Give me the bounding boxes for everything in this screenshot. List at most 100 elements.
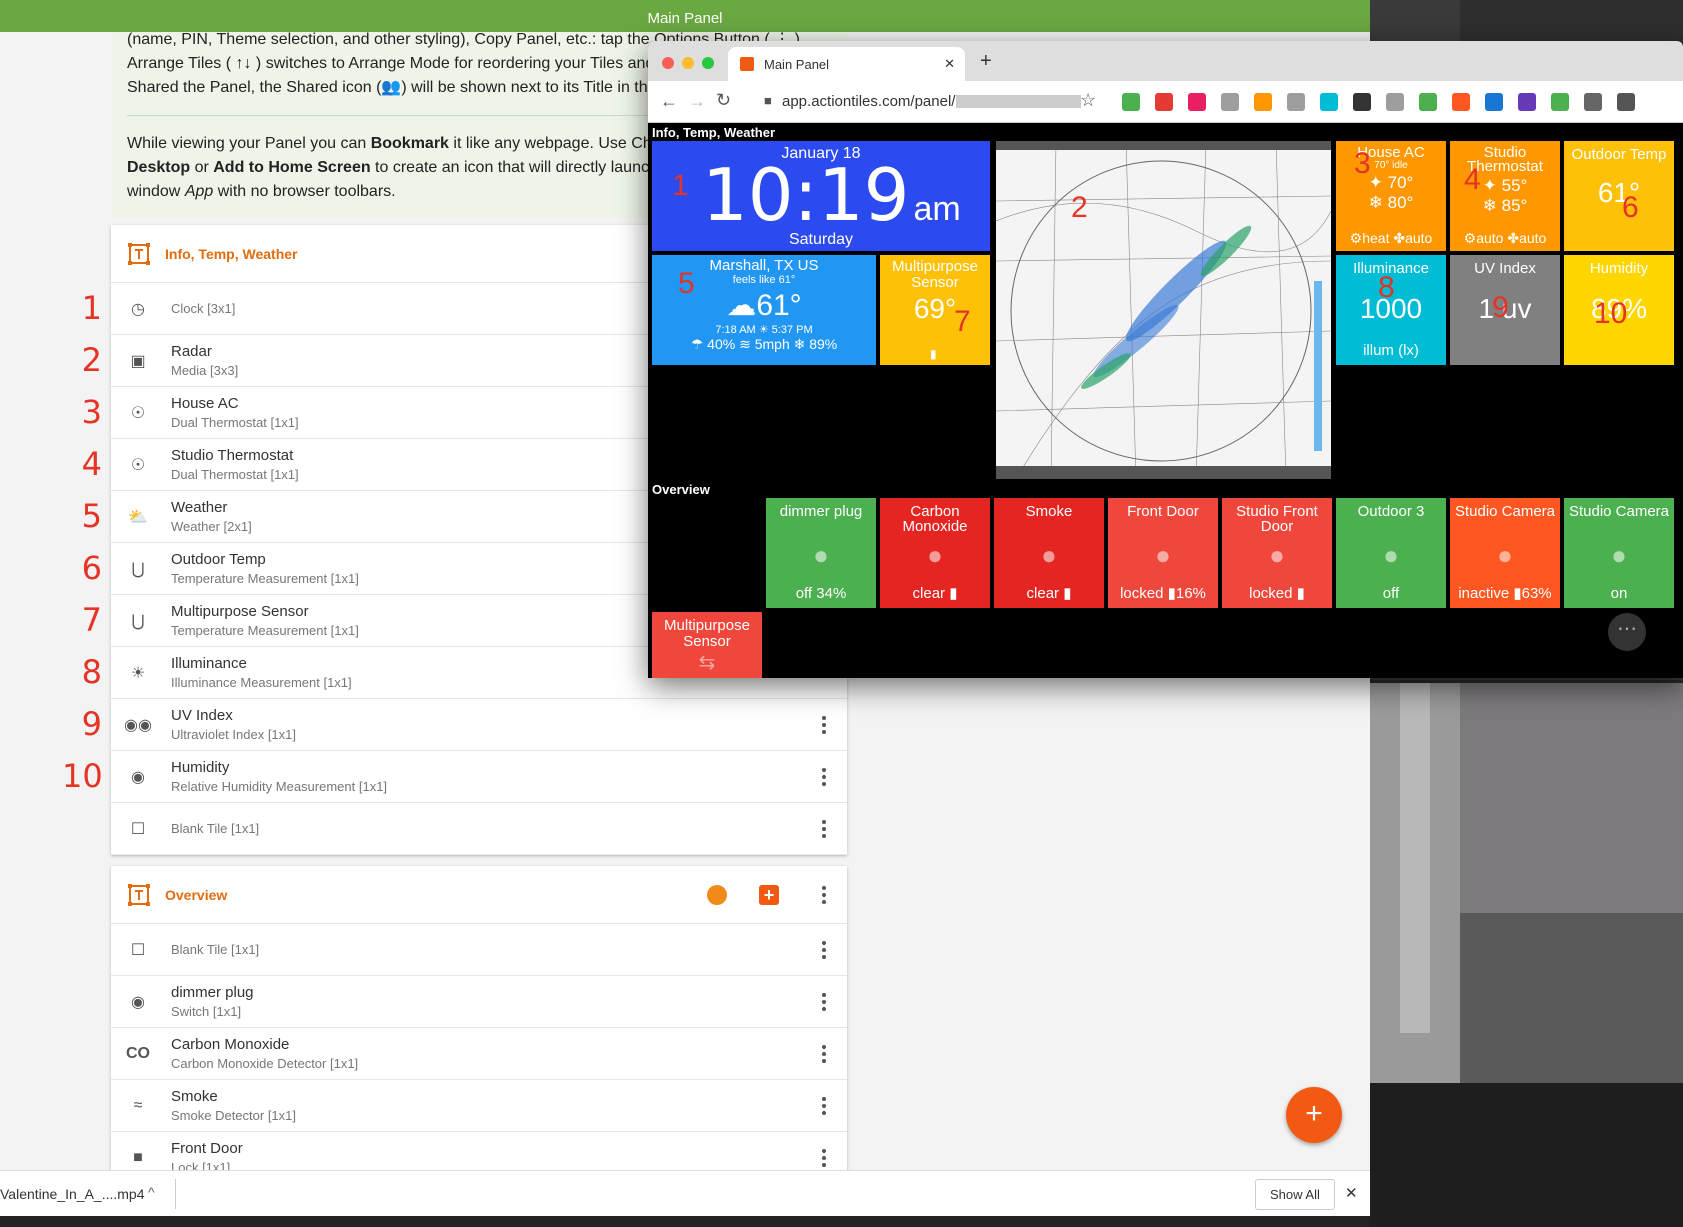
overview-tile[interactable]: Studio Camera ● inactive ▮63%	[1450, 498, 1560, 608]
overview-tile[interactable]: Front Door ● locked ▮16%	[1108, 498, 1218, 608]
weather-sun-times: 7:18 AM ☀ 5:37 PM	[715, 324, 813, 336]
browser-extension-icon[interactable]	[1122, 93, 1140, 111]
panel-menu-button[interactable]: ⋯	[1608, 613, 1646, 651]
multipurpose-sensor-tile[interactable]: Multipurpose Sensor ⇆	[652, 612, 762, 678]
tile-type: Clock [3x1]	[171, 301, 236, 316]
overview-tile-title: Studio Camera	[1568, 503, 1670, 520]
add-fab-button[interactable]: +	[1286, 1087, 1342, 1143]
browser-extension-icon[interactable]	[1584, 93, 1602, 111]
row-options-icon[interactable]	[821, 715, 827, 734]
radar-tile[interactable]: 2	[996, 141, 1331, 479]
browser-extension-icon[interactable]	[1452, 93, 1470, 111]
back-arrow-icon[interactable]: ←	[660, 91, 678, 112]
overview-tile[interactable]: dimmer plug ● off 34%	[766, 498, 876, 608]
browser-extension-icon[interactable]	[1518, 93, 1536, 111]
tile-name: Illuminance	[171, 655, 247, 672]
add-tile-icon[interactable]: +	[759, 885, 779, 905]
overview-tile[interactable]: Smoke ● clear ▮	[994, 498, 1104, 608]
url-text[interactable]: app.actiontiles.com/panel/	[782, 93, 955, 110]
browser-extension-icon[interactable]	[1386, 93, 1404, 111]
minimize-window-button[interactable]	[682, 57, 694, 69]
tile-list-row[interactable]: ◉ dimmer plug Switch [1x1]	[111, 976, 847, 1028]
house-ac-tile[interactable]: House AC 70° idle ✦ 70° ❄ 80° ⚙heat ✤aut…	[1336, 141, 1446, 251]
browser-extension-icon[interactable]	[1485, 93, 1503, 111]
browser-extension-icon[interactable]	[1254, 93, 1272, 111]
browser-extension-icon[interactable]	[1419, 93, 1437, 111]
humidity-tile[interactable]: Humidity 89% 10	[1564, 255, 1674, 365]
overview-tile-title: Studio Camera	[1454, 503, 1556, 520]
browser-extension-icon[interactable]	[1353, 93, 1371, 111]
overview-tile-icon: ●	[1383, 540, 1399, 570]
top-bar: Main Panel	[0, 0, 1370, 32]
weather-temp: 61°	[756, 289, 802, 322]
tile-list-row[interactable]: ☐ Blank Tile [1x1]	[111, 803, 847, 855]
weather-stats: ☂ 40% ≋ 5mph ❄ 89%	[690, 336, 838, 352]
group-options-icon[interactable]	[821, 885, 827, 904]
uv-index-tile[interactable]: UV Index 1 uv 9	[1450, 255, 1560, 365]
browser-extension-icon[interactable]	[1551, 93, 1569, 111]
weather-tile[interactable]: Marshall, TX US feels like 61° ☁61° 7:18…	[652, 255, 876, 365]
close-window-button[interactable]	[662, 57, 674, 69]
show-all-button[interactable]: Show All	[1255, 1179, 1335, 1210]
outdoor-temp-title: Outdoor Temp	[1571, 146, 1667, 163]
overview-tile-title: Outdoor 3	[1357, 503, 1425, 520]
tab-title: Main Panel	[764, 56, 830, 72]
thermostat-icon: ☉	[130, 404, 146, 422]
cloud-icon: ☁	[726, 289, 757, 322]
browser-extension-icon[interactable]	[1320, 93, 1338, 111]
overview-tile[interactable]: Studio Camera ● on	[1564, 498, 1674, 608]
browser-tab[interactable]: Main Panel ✕	[728, 47, 965, 81]
row-options-icon[interactable]	[821, 1044, 827, 1063]
overview-tile-title: Smoke	[1025, 503, 1073, 520]
tile-type: Switch [1x1]	[171, 1004, 242, 1019]
browser-extension-icon[interactable]	[1221, 93, 1239, 111]
row-options-icon[interactable]	[821, 819, 827, 838]
overview-tile-title: Carbon Monoxide	[902, 503, 968, 535]
row-annotation-number: 5	[81, 497, 102, 535]
close-download-bar-button[interactable]: ✕	[1345, 1184, 1358, 1202]
lock-icon: ■	[133, 1148, 143, 1166]
forward-arrow-icon[interactable]: →	[688, 91, 706, 112]
overview-tile[interactable]: Outdoor 3 ● off	[1336, 498, 1446, 608]
overview-tile-state: clear ▮	[912, 585, 958, 602]
group-header-overview[interactable]: Overview +	[111, 866, 847, 924]
outdoor-temp-tile[interactable]: Outdoor Temp 61° 6	[1564, 141, 1674, 251]
url-bar: ← → ↻ ■ app.actiontiles.com/panel/ ☆	[648, 81, 1683, 123]
annotation-2: 2	[1071, 191, 1088, 224]
browser-extension-icon[interactable]	[1617, 93, 1635, 111]
row-options-icon[interactable]	[821, 940, 827, 959]
reload-icon[interactable]: ↻	[716, 90, 731, 111]
studio-thermostat-tile[interactable]: Studio Thermostat ✦ 55° ❄ 85° ⚙auto ✤aut…	[1450, 141, 1560, 251]
row-annotation-number: 4	[81, 445, 102, 483]
annotation-8: 8	[1378, 271, 1395, 304]
tab-close-icon[interactable]: ✕	[944, 56, 955, 72]
bookmark-star-icon[interactable]: ☆	[1080, 90, 1096, 111]
tile-type: Temperature Measurement [1x1]	[171, 571, 359, 586]
browser-extension-icon[interactable]	[1188, 93, 1206, 111]
new-tab-button[interactable]: +	[980, 50, 992, 73]
shortcut-icon[interactable]	[707, 885, 727, 905]
top-bar-title: Main Panel	[647, 10, 723, 27]
overview-tile[interactable]: Studio Front Door ● locked ▮	[1222, 498, 1332, 608]
tile-name: Multipurpose Sensor	[171, 603, 309, 620]
tile-list-row[interactable]: CO Carbon Monoxide Carbon Monoxide Detecto…	[111, 1028, 847, 1080]
browser-extension-icon[interactable]	[1287, 93, 1305, 111]
clock-tile[interactable]: January 18 10:19 am Saturday 1	[652, 141, 990, 251]
row-options-icon[interactable]	[821, 992, 827, 1011]
row-options-icon[interactable]	[821, 1096, 827, 1115]
multipurpose-temp-tile[interactable]: Multipurpose Sensor 69° ▮ 7	[880, 255, 990, 365]
section-title-info: Info, Temp, Weather	[652, 125, 776, 140]
browser-extension-icon[interactable]	[1155, 93, 1173, 111]
tile-list-row[interactable]: ☐ Blank Tile [1x1]	[111, 924, 847, 976]
tile-list-row[interactable]: ≈ Smoke Smoke Detector [1x1]	[111, 1080, 847, 1132]
tile-list-row[interactable]: ◉ Humidity Relative Humidity Measurement […	[111, 751, 847, 803]
row-options-icon[interactable]	[821, 767, 827, 786]
illuminance-tile[interactable]: Illuminance 1000 illum (lx) 8	[1336, 255, 1446, 365]
row-options-icon[interactable]	[821, 1148, 827, 1167]
maximize-window-button[interactable]	[702, 57, 714, 69]
download-file-name[interactable]: Valentine_In_A_....mp4	[0, 1186, 145, 1202]
chevron-up-icon[interactable]: ^	[148, 1184, 155, 1200]
tile-type: Relative Humidity Measurement [1x1]	[171, 779, 388, 794]
overview-tile[interactable]: Carbon Monoxide ● clear ▮	[880, 498, 990, 608]
tile-list-row[interactable]: ◉◉ UV Index Ultraviolet Index [1x1]	[111, 699, 847, 751]
